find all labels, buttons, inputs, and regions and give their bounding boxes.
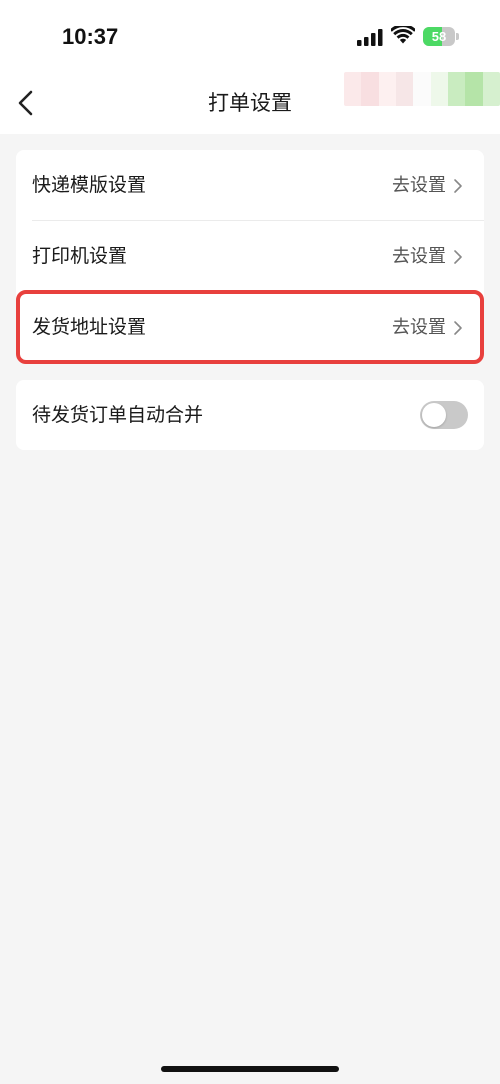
row-action[interactable]: 去设置 [392,150,464,221]
row-label: 待发货订单自动合并 [32,404,204,426]
nav-bar: 打单设置 [0,72,500,134]
battery-icon: 58 [423,27,459,46]
home-indicator [161,1066,339,1072]
settings-card: 快递模版设置 去设置 打印机设置 去设置 发货地址设置 去设置 [16,150,484,363]
row-action-text: 去设置 [392,175,446,196]
row-label: 发货地址设置 [32,316,147,338]
wifi-icon [391,26,415,44]
chevron-right-icon [454,249,462,264]
signal-icon [357,29,383,46]
chevron-right-icon [454,178,462,193]
shipping-address-row[interactable]: 发货地址设置 去设置 [16,292,484,363]
auto-merge-row: 待发货订单自动合并 [16,380,484,450]
row-action[interactable]: 去设置 [392,221,464,292]
chevron-right-icon [454,320,462,335]
auto-merge-toggle[interactable] [420,401,468,429]
row-label: 打印机设置 [32,245,128,267]
status-bar: 10:37 58 [0,0,500,72]
battery-level: 58 [431,29,447,44]
express-template-row[interactable]: 快递模版设置 去设置 [16,150,484,221]
toggle-knob [422,403,446,427]
blurred-badge [344,72,500,106]
row-action[interactable]: 去设置 [392,292,464,363]
auto-merge-card: 待发货订单自动合并 [16,380,484,450]
printer-row[interactable]: 打印机设置 去设置 [16,221,484,292]
status-time: 10:37 [62,24,119,49]
back-button[interactable] [10,86,44,120]
row-action-text: 去设置 [392,317,446,338]
row-action-text: 去设置 [392,246,446,267]
row-label: 快递模版设置 [32,174,147,196]
